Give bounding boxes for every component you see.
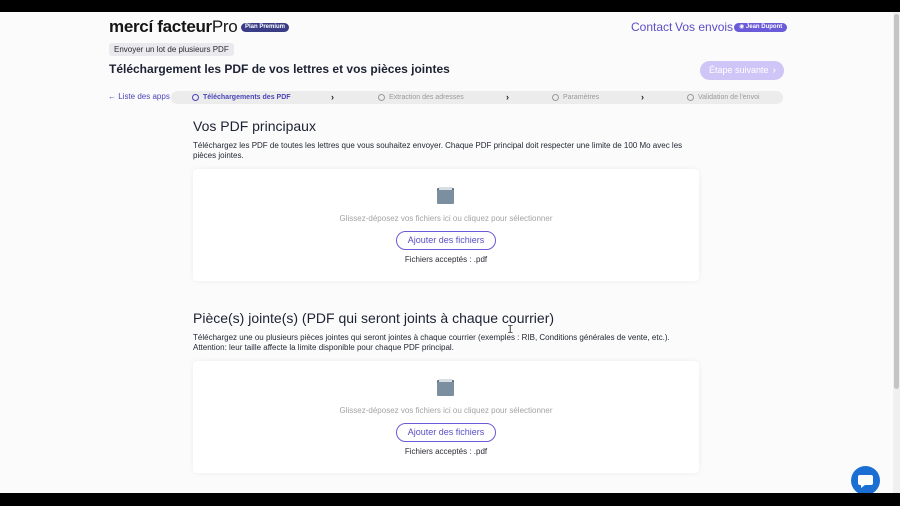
- step-circle-icon: [378, 94, 385, 101]
- arrow-left-icon: ←: [108, 92, 116, 101]
- main-pdfs-dropzone[interactable]: Glissez-déposez vos fichiers ici ou cliq…: [193, 169, 699, 281]
- step-label: Extraction des adresses: [389, 94, 464, 101]
- scrollbar-thumb[interactable]: [894, 14, 899, 389]
- plan-badge: Plan Premium: [241, 23, 290, 32]
- drop-hint: Glissez-déposez vos fichiers ici ou cliq…: [339, 406, 553, 415]
- chevron-right-icon: ›: [641, 92, 644, 102]
- back-to-apps-link[interactable]: ← Liste des apps: [108, 92, 170, 101]
- app-page: mercí facteurPro Plan Premium Contact Vo…: [0, 12, 893, 493]
- user-icon: ◉: [739, 24, 745, 30]
- chat-icon: [858, 475, 873, 488]
- accepted-formats: Fichiers acceptés : .pdf: [404, 447, 488, 456]
- step-parameters[interactable]: Paramètres: [552, 91, 599, 104]
- step-label: Paramètres: [563, 94, 600, 101]
- step-uploads[interactable]: Téléchargements des PDF: [192, 91, 291, 104]
- app-type-badge: Envoyer un lot de plusieurs PDF: [109, 43, 234, 56]
- attachments-description: Téléchargez une ou plusieurs pièces join…: [193, 333, 670, 352]
- main-pdfs-description: Téléchargez les PDF de toutes les lettre…: [193, 141, 683, 160]
- accepted-formats: Fichiers acceptés : .pdf: [404, 255, 488, 264]
- drop-hint: Glissez-déposez vos fichiers ici ou cliq…: [339, 214, 553, 223]
- page-title: Téléchargement les PDF de vos lettres et…: [109, 62, 450, 76]
- attachments-dropzone[interactable]: Glissez-déposez vos fichiers ici ou cliq…: [193, 361, 699, 473]
- next-step-label: Étape suivante: [709, 65, 769, 75]
- progress-stepper: Téléchargements des PDF › Extraction des…: [171, 91, 783, 104]
- nav-contact-link[interactable]: Contact: [631, 20, 672, 34]
- step-label: Validation de l'envoi: [698, 94, 760, 101]
- user-menu-badge[interactable]: ◉ Jean Dupont: [734, 23, 788, 32]
- chevron-right-icon: ›: [772, 65, 776, 76]
- folder-icon: [437, 379, 454, 396]
- step-circle-icon: [552, 94, 559, 101]
- logo[interactable]: mercí facteurPro: [109, 17, 238, 37]
- attachments-title: Pièce(s) jointe(s) (PDF qui seront joint…: [193, 310, 555, 326]
- step-extraction[interactable]: Extraction des adresses: [378, 91, 464, 104]
- step-label: Téléchargements des PDF: [203, 94, 291, 101]
- back-link-label: Liste des apps: [118, 92, 170, 101]
- main-pdfs-title: Vos PDF principaux: [193, 118, 316, 134]
- add-attachments-button[interactable]: Ajouter des fichiers: [396, 423, 496, 442]
- step-circle-icon: [192, 94, 199, 101]
- add-files-button[interactable]: Ajouter des fichiers: [396, 231, 496, 250]
- chevron-right-icon: ›: [506, 92, 509, 102]
- next-step-button[interactable]: Étape suivante ›: [700, 61, 784, 80]
- folder-icon: [437, 187, 454, 204]
- user-name: Jean Dupont: [745, 24, 783, 30]
- chat-button[interactable]: [851, 466, 880, 493]
- screen-top-border: [0, 0, 900, 12]
- page-scrollbar[interactable]: [893, 12, 900, 493]
- screen-bottom-border: [0, 493, 900, 506]
- step-circle-icon: [687, 94, 694, 101]
- step-validation[interactable]: Validation de l'envoi: [687, 91, 760, 104]
- nav-envois-link[interactable]: Vos envois: [675, 20, 733, 34]
- chevron-right-icon: ›: [331, 92, 334, 102]
